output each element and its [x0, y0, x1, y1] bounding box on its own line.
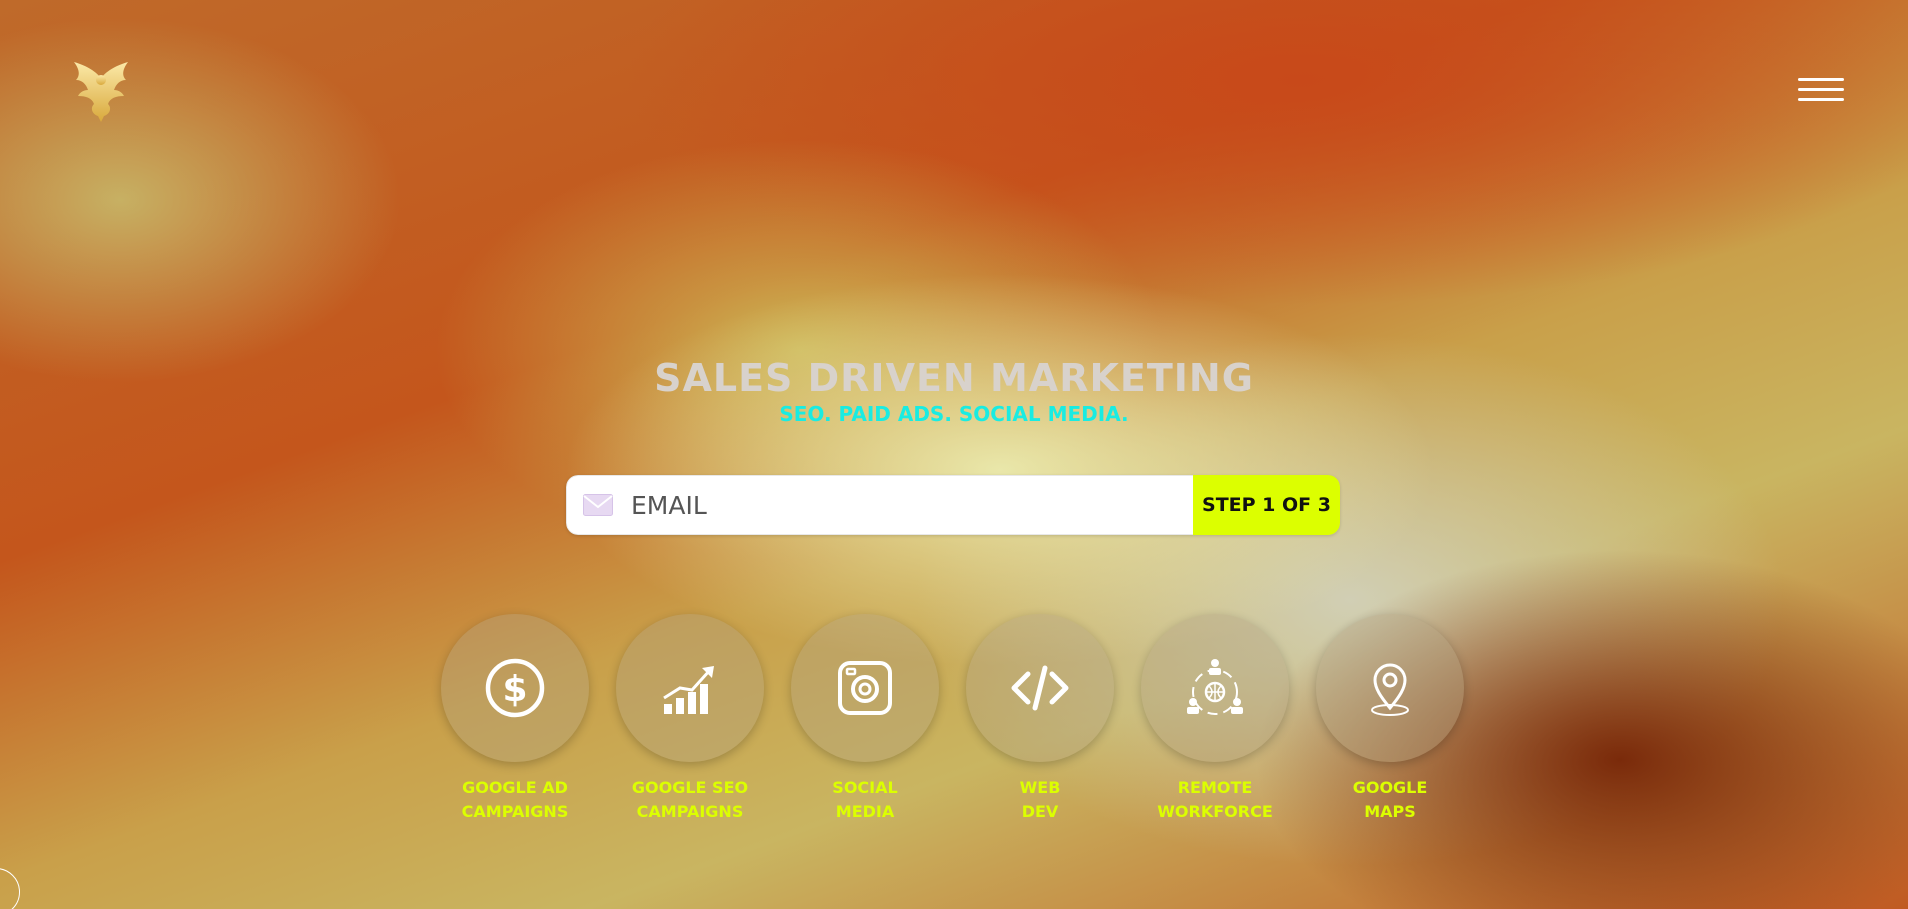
service-remote-workforce[interactable]: REMOTE WORKFORCE [1140, 614, 1290, 824]
service-google-ad-campaigns[interactable]: $ GOOGLE AD CAMPAIGNS [440, 614, 590, 824]
instagram-icon [838, 661, 892, 715]
email-signup-form: STEP 1 OF 3 [566, 475, 1340, 535]
step-1-of-3-button[interactable]: STEP 1 OF 3 [1193, 475, 1340, 535]
service-web-dev[interactable]: WEB DEV [965, 614, 1115, 824]
service-label: GOOGLE AD CAMPAIGNS [461, 778, 569, 821]
landing-page: SALES DRIVEN MARKETING SEO. PAID ADS. SO… [0, 0, 1908, 909]
service-circle[interactable] [1316, 614, 1464, 762]
service-circle[interactable] [966, 614, 1114, 762]
service-label: WEB DEV [1019, 778, 1061, 821]
services-row: $ GOOGLE AD CAMPAIGNS GOOGLE SEO CAMPAIG… [440, 614, 1465, 824]
hero-section: SALES DRIVEN MARKETING SEO. PAID ADS. SO… [0, 355, 1908, 427]
email-field[interactable] [566, 475, 1193, 535]
scroll-indicator[interactable] [0, 868, 20, 909]
service-label: SOCIAL MEDIA [832, 778, 898, 821]
service-google-maps[interactable]: GOOGLE MAPS [1315, 614, 1465, 824]
service-google-seo-campaigns[interactable]: GOOGLE SEO CAMPAIGNS [615, 614, 765, 824]
service-social-media[interactable]: SOCIAL MEDIA [790, 614, 940, 824]
phoenix-logo-icon[interactable] [66, 58, 136, 126]
growth-chart-icon [663, 666, 714, 714]
service-label: REMOTE WORKFORCE [1157, 778, 1273, 821]
service-circle[interactable]: $ [441, 614, 589, 762]
hero-title: SALES DRIVEN MARKETING [654, 356, 1254, 400]
mail-icon [583, 494, 613, 516]
remote-team-globe-icon [1187, 659, 1243, 715]
email-input[interactable] [629, 489, 1193, 521]
svg-text:$: $ [502, 669, 527, 710]
service-label: GOOGLE SEO CAMPAIGNS [631, 778, 749, 821]
code-icon [1011, 665, 1069, 711]
map-pin-icon [1371, 663, 1409, 716]
service-label: GOOGLE MAPS [1352, 778, 1428, 821]
service-circle[interactable] [791, 614, 939, 762]
dollar-icon: $ [485, 658, 545, 718]
hero-subtitle: SEO. PAID ADS. SOCIAL MEDIA. [779, 402, 1129, 426]
hamburger-menu-icon[interactable] [1798, 78, 1844, 108]
service-circle[interactable] [1141, 614, 1289, 762]
service-circle[interactable] [616, 614, 764, 762]
